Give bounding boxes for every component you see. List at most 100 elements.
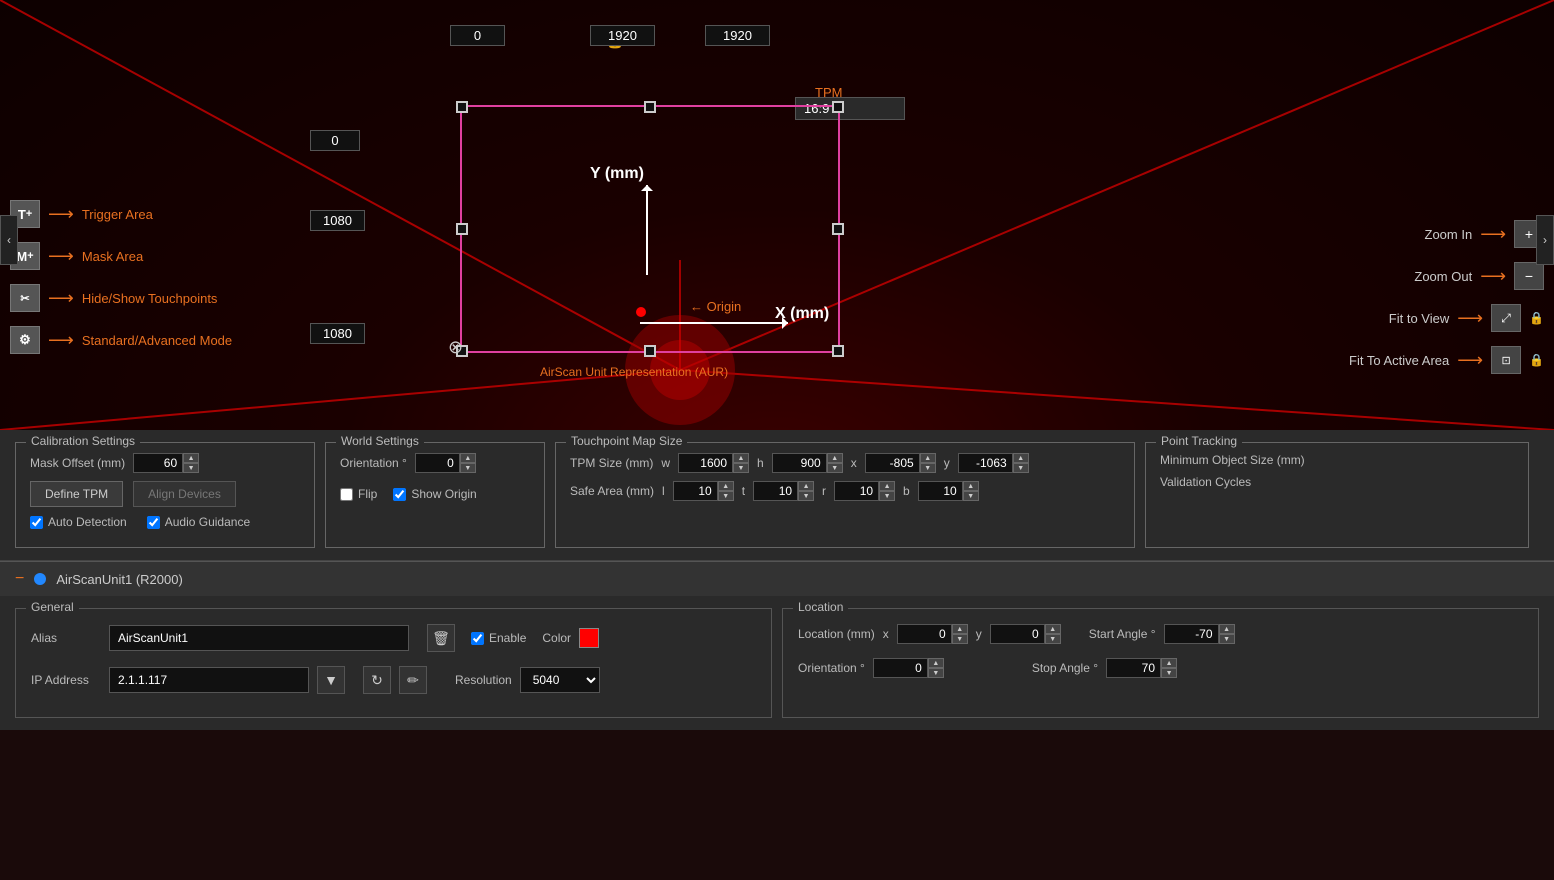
mask-offset-input[interactable] — [133, 453, 183, 473]
tpm-y-label: y — [944, 456, 950, 470]
handle-tc[interactable] — [644, 101, 656, 113]
mask-offset-up[interactable]: ▲ — [183, 453, 199, 463]
right-panel: Zoom In ⟶ + Zoom Out ⟶ − Fit to View ⟶ ⤢… — [1349, 220, 1544, 374]
show-origin-checkbox[interactable] — [393, 488, 406, 501]
loc-y-input[interactable] — [990, 624, 1045, 644]
safe-r-spinner[interactable]: ▲ ▼ — [879, 481, 895, 501]
coord-left-x[interactable] — [310, 130, 360, 151]
fit-view-button[interactable]: ⤢ — [1491, 304, 1521, 332]
general-title: General — [26, 600, 79, 614]
zoom-out-label: Zoom Out — [1414, 269, 1472, 284]
handle-mr[interactable] — [832, 223, 844, 235]
define-tpm-button[interactable]: Define TPM — [30, 481, 123, 507]
general-panel: General Alias 🗑 Enable Color IP Address … — [15, 608, 772, 718]
y-axis-arrow — [637, 185, 657, 285]
trash-icon-button[interactable]: 🗑 — [427, 624, 455, 652]
fit-active-label: Fit To Active Area — [1349, 353, 1449, 368]
loc-x-spinner[interactable]: ▲ ▼ — [952, 624, 968, 644]
ip-address-input[interactable] — [109, 667, 309, 693]
mask-offset-spinner[interactable]: ▲ ▼ — [183, 453, 199, 473]
touchpoints-icon: ✂ — [10, 284, 40, 312]
mask-area-item[interactable]: M+ ⟶ Mask Area — [10, 242, 232, 270]
loc-x-input[interactable] — [897, 624, 952, 644]
coord-top-x[interactable] — [450, 25, 505, 46]
fit-view-label: Fit to View — [1389, 311, 1449, 326]
device-bar: − AirScanUnit1 (R2000) — [0, 561, 1554, 596]
audio-guidance-label: Audio Guidance — [165, 515, 250, 529]
mask-offset-label: Mask Offset (mm) — [30, 456, 125, 470]
loc-x-label: x — [883, 627, 889, 641]
orientation-up[interactable]: ▲ — [460, 453, 476, 463]
alias-input[interactable] — [109, 625, 409, 651]
orientation-spinner[interactable]: ▲ ▼ — [460, 453, 476, 473]
safe-r-input[interactable] — [834, 481, 879, 501]
enable-checkbox[interactable] — [471, 632, 484, 645]
zoom-out-button[interactable]: − — [1514, 262, 1544, 290]
tpm-y-spinner[interactable]: ▲ ▼ — [1013, 453, 1029, 473]
tpm-label: TPM — [815, 85, 842, 100]
refresh-icon-button[interactable]: ↻ — [363, 666, 391, 694]
validation-cycles-label: Validation Cycles — [1160, 475, 1251, 489]
coord-top-w2[interactable] — [705, 25, 770, 46]
scroll-left-arrow[interactable]: ‹ — [0, 215, 18, 265]
mode-label: Standard/Advanced Mode — [82, 333, 232, 348]
origin-dot — [636, 307, 646, 317]
handle-bc[interactable] — [644, 345, 656, 357]
safe-t-input[interactable] — [753, 481, 798, 501]
ip-address-label: IP Address — [31, 673, 101, 687]
auto-detection-checkbox[interactable] — [30, 516, 43, 529]
location-title: Location — [793, 600, 848, 614]
start-angle-spinner[interactable]: ▲ ▼ — [1219, 624, 1235, 644]
orientation-down[interactable]: ▼ — [460, 463, 476, 473]
tpm-y-input[interactable] — [958, 453, 1013, 473]
fit-active-button[interactable]: ⊡ — [1491, 346, 1521, 374]
start-angle-input[interactable] — [1164, 624, 1219, 644]
loc-orient-label: Orientation ° — [798, 661, 865, 675]
handle-tr[interactable] — [832, 101, 844, 113]
coord-top-w1[interactable] — [590, 25, 655, 46]
stop-angle-spinner[interactable]: ▲ ▼ — [1161, 658, 1177, 678]
trigger-area-label: Trigger Area — [82, 207, 153, 222]
mode-item[interactable]: ⚙ ⟶ Standard/Advanced Mode — [10, 326, 232, 354]
safe-b-spinner[interactable]: ▲ ▼ — [963, 481, 979, 501]
mask-offset-down[interactable]: ▼ — [183, 463, 199, 473]
ip-dropdown-arrow[interactable]: ▼ — [317, 666, 345, 694]
loc-orient-input[interactable] — [873, 658, 928, 678]
handle-ml[interactable] — [456, 223, 468, 235]
audio-guidance-checkbox[interactable] — [147, 516, 160, 529]
loc-orient-spinner[interactable]: ▲ ▼ — [928, 658, 944, 678]
tpm-h-spinner[interactable]: ▲ ▼ — [827, 453, 843, 473]
tpm-w-spinner[interactable]: ▲ ▼ — [733, 453, 749, 473]
handle-tl[interactable] — [456, 101, 468, 113]
edit-icon-button[interactable]: ✏ — [399, 666, 427, 694]
safe-b-input[interactable] — [918, 481, 963, 501]
tpm-h-input[interactable] — [772, 453, 827, 473]
handle-br[interactable] — [832, 345, 844, 357]
coord-left-h1[interactable] — [310, 210, 365, 231]
resolution-select[interactable]: 5040 2520 1260 — [520, 667, 600, 693]
tpm-x-spinner[interactable]: ▲ ▼ — [920, 453, 936, 473]
touchpoints-item[interactable]: ✂ ⟶ Hide/Show Touchpoints — [10, 284, 232, 312]
safe-l-input[interactable] — [673, 481, 718, 501]
loc-y-spinner[interactable]: ▲ ▼ — [1045, 624, 1061, 644]
tpm-w-input[interactable] — [678, 453, 733, 473]
scroll-right-arrow[interactable]: › — [1536, 215, 1554, 265]
tpm-h-label: h — [757, 456, 764, 470]
tpm-x-input[interactable] — [865, 453, 920, 473]
mask-area-arrow: ⟶ — [48, 246, 74, 267]
trigger-area-item[interactable]: T+ ⟶ Trigger Area — [10, 200, 232, 228]
device-status-dot — [34, 573, 46, 585]
point-tracking-title: Point Tracking — [1156, 434, 1242, 448]
zoom-in-label: Zoom In — [1425, 227, 1473, 242]
flip-checkbox[interactable] — [340, 488, 353, 501]
touchpoints-label: Hide/Show Touchpoints — [82, 291, 218, 306]
coord-bottom-h[interactable] — [310, 323, 365, 344]
orientation-input[interactable] — [415, 453, 460, 473]
color-picker[interactable] — [579, 628, 599, 648]
safe-t-spinner[interactable]: ▲ ▼ — [798, 481, 814, 501]
min-object-label: Minimum Object Size (mm) — [1160, 453, 1305, 467]
safe-l-spinner[interactable]: ▲ ▼ — [718, 481, 734, 501]
x-axis-label: X (mm) — [775, 305, 829, 323]
collapse-button[interactable]: − — [15, 570, 24, 588]
stop-angle-input[interactable] — [1106, 658, 1161, 678]
